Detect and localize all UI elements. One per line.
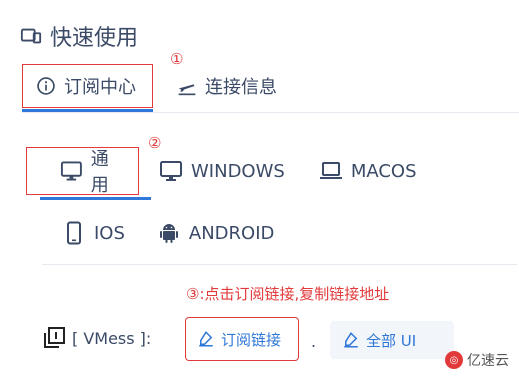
page-title: 快速使用 <box>50 26 139 51</box>
laptop-icon <box>319 162 342 179</box>
vmess-label: [ VMess ]: <box>72 328 152 348</box>
client-tab-macos[interactable]: MACOS <box>305 147 431 195</box>
active-client-indicator <box>40 197 151 200</box>
link-icon <box>344 332 358 348</box>
client-tab-label: WINDOWS <box>191 160 285 182</box>
tab-subscription-center[interactable]: 订阅中心 <box>22 64 153 108</box>
monitor-icon <box>60 161 82 181</box>
watermark-logo-icon: ◎ <box>445 351 463 369</box>
client-tab-label: ANDROID <box>188 222 275 244</box>
client-tab-label: MACOS <box>350 160 417 182</box>
client-tab-label: IOS <box>94 222 125 244</box>
all-links-label: 全部 UI <box>366 331 417 350</box>
android-icon <box>159 224 178 243</box>
watermark-text: 亿速云 <box>467 353 509 369</box>
page-title-bar: 快速使用 <box>20 20 138 52</box>
client-tab-label: 通用 <box>90 149 109 196</box>
client-tab-android[interactable]: ANDROID <box>143 209 288 257</box>
section-divider <box>42 264 517 265</box>
vmess-label-group: [ VMess ]: <box>42 326 151 350</box>
copy-icon <box>44 327 65 348</box>
instruction-note: ③:点击订阅链接,复制链接地址 <box>186 285 390 303</box>
info-circle-icon <box>37 77 55 95</box>
tab-bar: 订阅中心 连接信息 <box>22 64 519 108</box>
client-tabs-row-2: IOS ANDROID <box>38 207 519 259</box>
app-window-icon <box>20 28 42 44</box>
annotation-marker-1: ① <box>170 50 184 68</box>
tab-label: 连接信息 <box>205 77 277 98</box>
client-tab-general[interactable]: 通用 <box>26 147 139 196</box>
separator-dot: . <box>311 332 317 351</box>
plane-takeoff-icon <box>178 84 196 96</box>
monitor-icon <box>160 161 182 181</box>
client-tabs-row-1: 通用 WINDOWS MACOS <box>26 145 519 197</box>
client-tab-windows[interactable]: WINDOWS <box>145 147 299 195</box>
tab-label: 订阅中心 <box>64 77 136 98</box>
phone-icon <box>67 221 81 245</box>
subscribe-link-button[interactable]: 订阅链接 <box>185 317 299 361</box>
client-tabs: 通用 WINDOWS MACOS IOS ANDROID <box>26 145 519 259</box>
subscribe-link-label: 订阅链接 <box>221 330 282 349</box>
tab-divider <box>22 112 519 113</box>
link-icon <box>199 331 213 347</box>
client-tab-ios[interactable]: IOS <box>48 209 139 257</box>
watermark: ◎ 亿速云 <box>445 350 509 370</box>
all-links-button[interactable]: 全部 UI <box>330 321 454 359</box>
tab-connection-info[interactable]: 连接信息 <box>163 64 291 108</box>
